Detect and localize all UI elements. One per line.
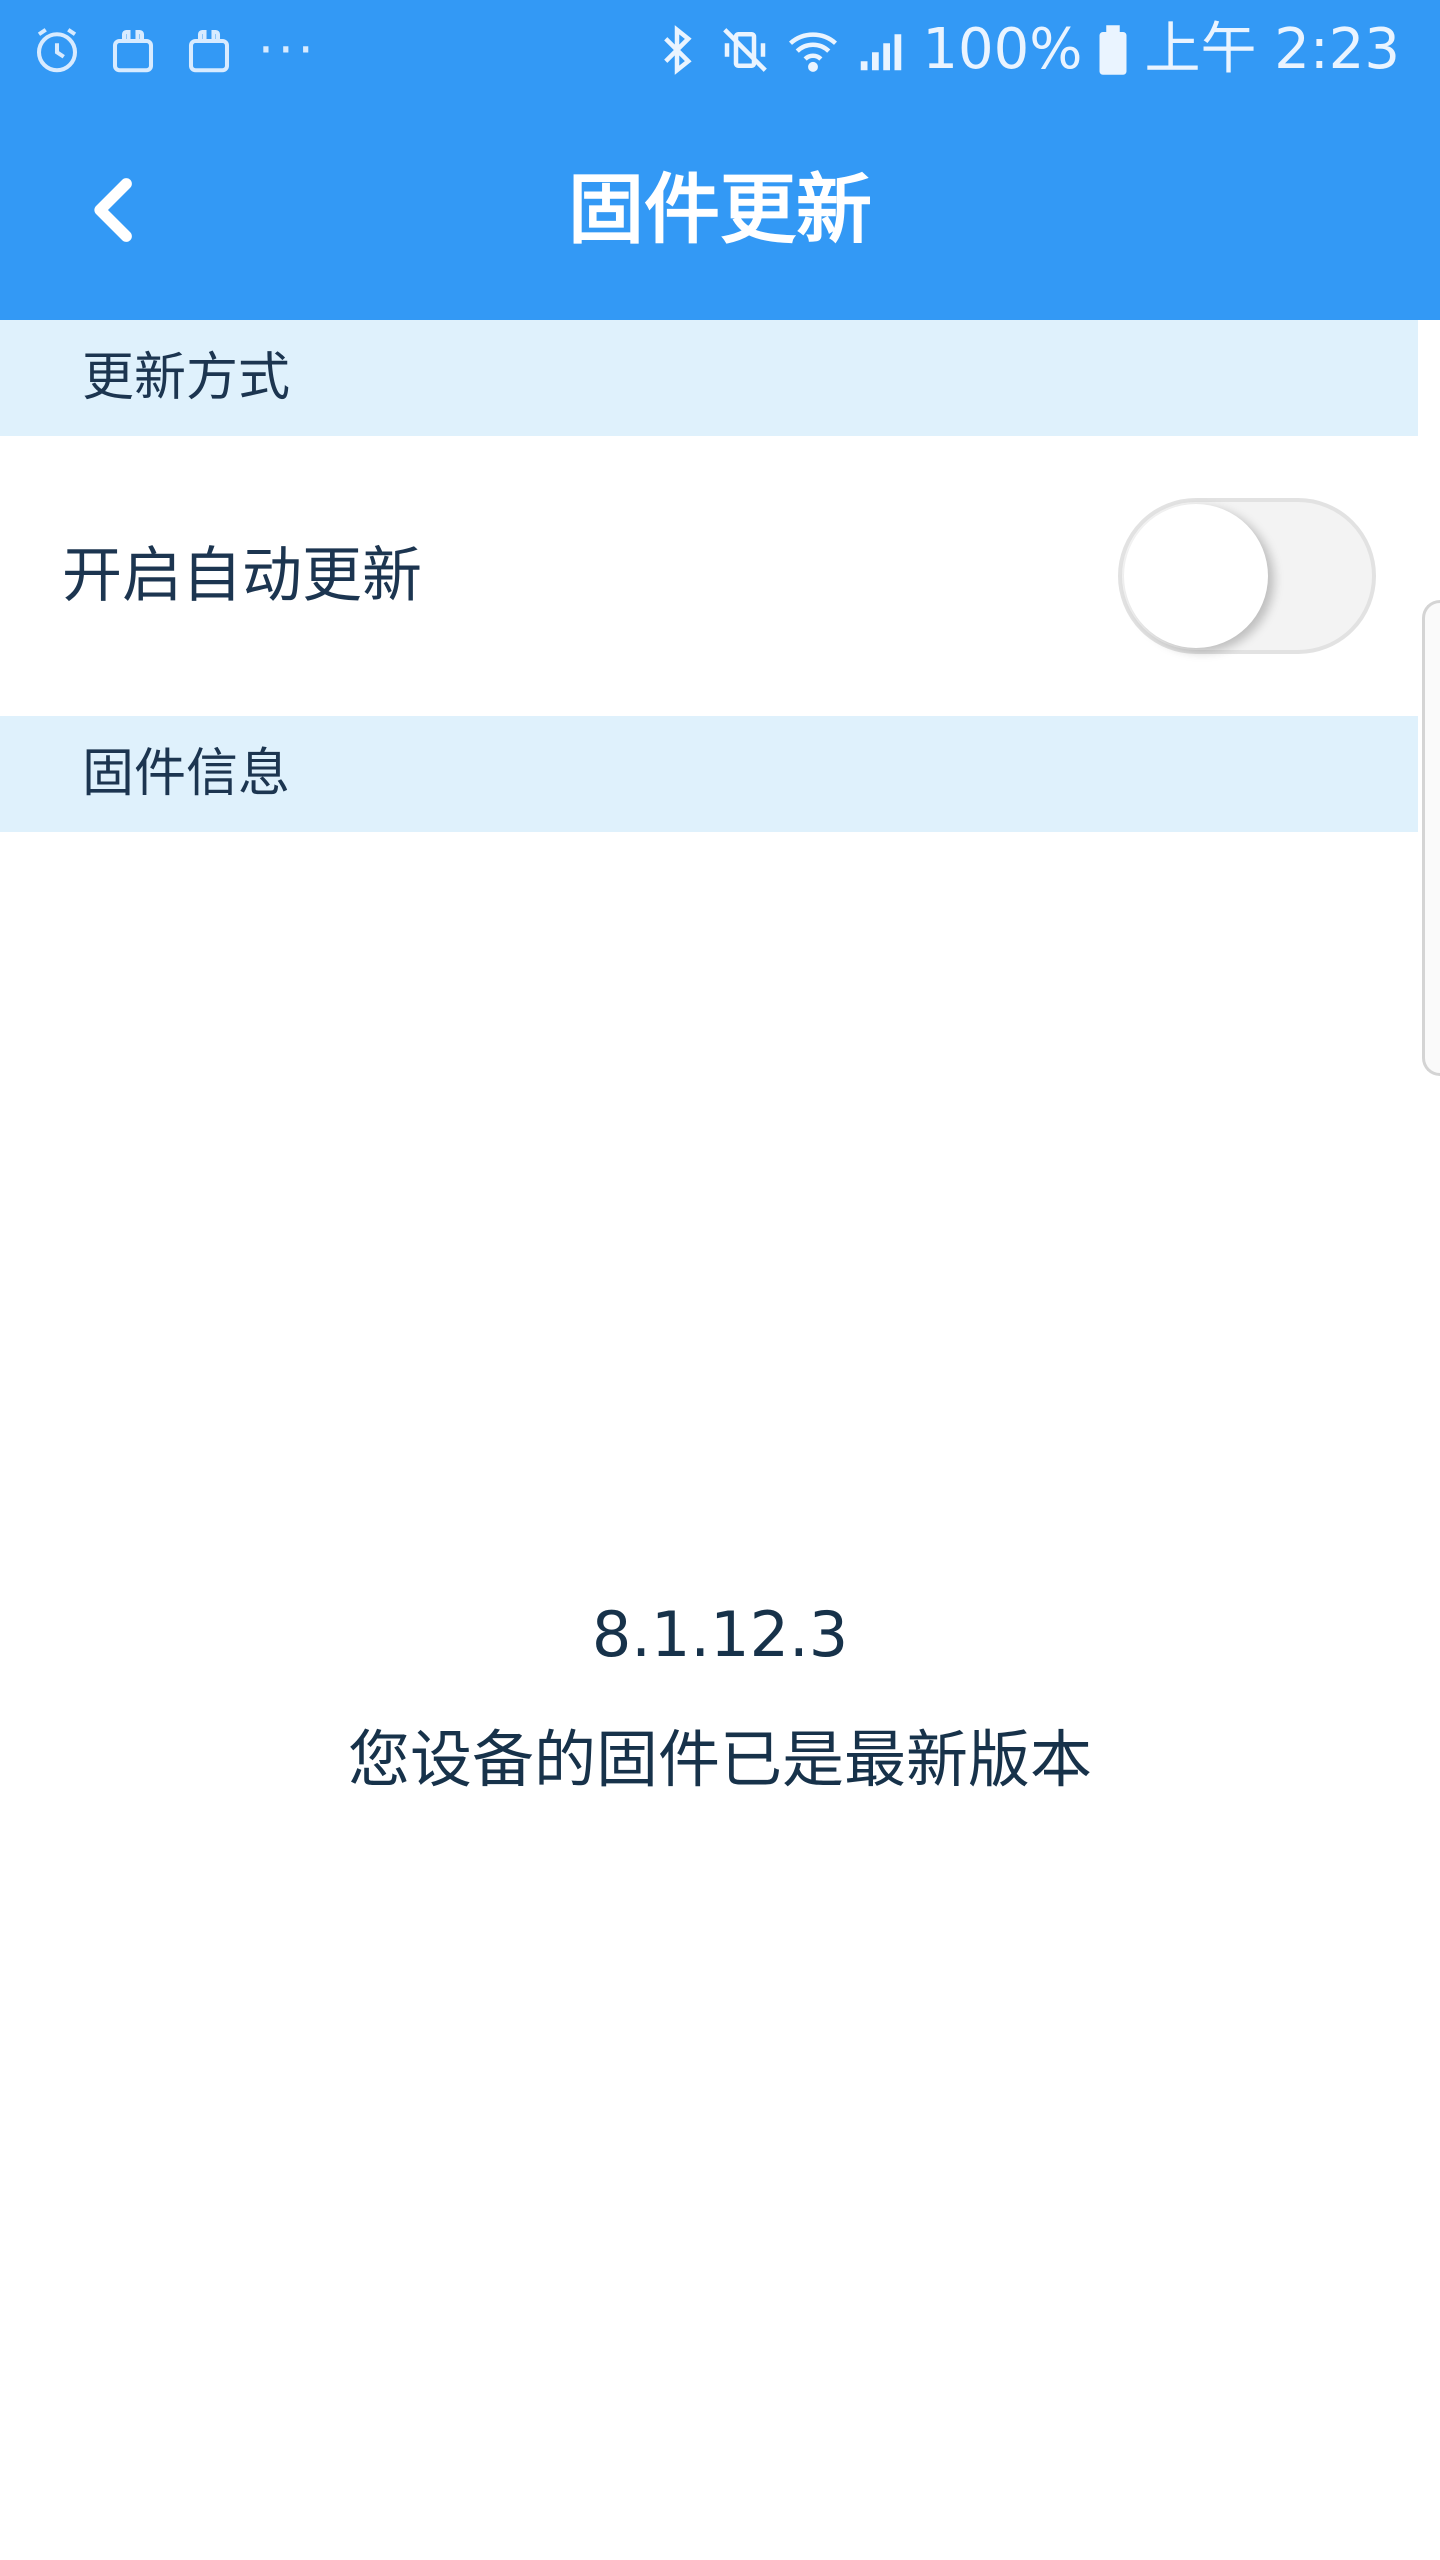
wifi-icon bbox=[786, 23, 840, 77]
status-time: 上午 2:23 bbox=[1144, 17, 1400, 82]
auto-update-toggle[interactable] bbox=[1118, 498, 1376, 654]
section-title: 更新方式 bbox=[82, 348, 291, 408]
status-bar: ··· 100% 上午 2:23 bbox=[0, 0, 1440, 100]
battery-icon bbox=[1096, 23, 1130, 77]
page-title: 固件更新 bbox=[568, 165, 872, 254]
alarm-icon bbox=[30, 23, 84, 77]
edge-panel-handle[interactable] bbox=[1422, 600, 1440, 1076]
more-dots-icon: ··· bbox=[258, 21, 318, 79]
firmware-status-text: 您设备的固件已是最新版本 bbox=[347, 1723, 1092, 1796]
shopping-bag-icon bbox=[106, 23, 160, 77]
section-header-firmware-info: 固件信息 bbox=[0, 716, 1418, 832]
shopping-bag-icon bbox=[182, 23, 236, 77]
signal-icon bbox=[854, 23, 908, 77]
auto-update-label: 开启自动更新 bbox=[62, 541, 422, 611]
battery-percent: 100% bbox=[922, 17, 1083, 82]
toggle-knob bbox=[1124, 504, 1268, 648]
app-bar: ··· 100% 上午 2:23 固件更新 bbox=[0, 0, 1440, 320]
vibrate-mute-icon bbox=[718, 23, 772, 77]
firmware-version: 8.1.12.3 bbox=[591, 1598, 849, 1671]
section-header-update-method: 更新方式 bbox=[0, 320, 1418, 436]
bluetooth-icon bbox=[650, 23, 704, 77]
section-title: 固件信息 bbox=[82, 744, 291, 804]
status-left: ··· bbox=[30, 18, 318, 82]
status-right: 100% 上午 2:23 bbox=[650, 14, 1400, 86]
